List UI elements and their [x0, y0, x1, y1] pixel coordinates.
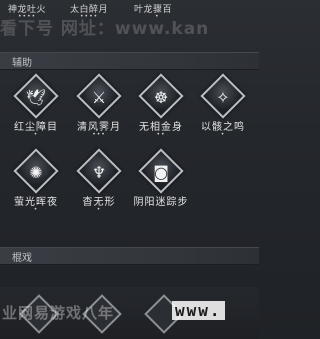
- swords-icon: ⚔: [91, 88, 107, 107]
- skill-name: 阴阳迷踪步: [133, 197, 189, 208]
- skill-level-dots: •••: [92, 131, 106, 138]
- skill-slot[interactable]: 🕊 红尘障目 •: [8, 73, 64, 142]
- section-title: 棍戏: [12, 253, 32, 264]
- mask-icon: ◙: [153, 163, 169, 182]
- section-header-moves: 棍戏: [0, 247, 259, 265]
- skill-slot[interactable]: ✺ 萤光晖夜 •: [8, 148, 64, 217]
- skill-level-dots: •: [33, 206, 39, 213]
- section-title: 辅助: [12, 58, 32, 69]
- watermark-top: 看下号 网址：www.kan: [0, 19, 210, 39]
- buddha-icon: ☸: [153, 88, 169, 107]
- skill-slot[interactable]: ♆ 杳无形 •: [71, 148, 127, 217]
- skill-level-dots: •: [96, 206, 102, 213]
- crane-icon: ✧: [216, 88, 230, 107]
- figure-icon: ♆: [91, 163, 107, 182]
- section-header-support: 辅助: [0, 52, 259, 70]
- watermark-url: www.: [172, 301, 225, 320]
- watermark-bottom: 业网易游戏八年: [2, 304, 115, 322]
- skill-slot[interactable]: ☸ 无相金身 ••: [133, 73, 189, 142]
- swirl-icon: ✺: [29, 163, 43, 182]
- skill-slot[interactable]: ⚔ 清风霁月 •••: [71, 73, 127, 142]
- skill-level-dots: •: [220, 131, 226, 138]
- skill-level-dots: ••: [156, 131, 166, 138]
- skill-slot[interactable]: ✧ 以骸之鸣 •: [195, 73, 251, 142]
- bird-icon: 🕊: [25, 88, 47, 107]
- skill-slot[interactable]: ◙ 阴阳迷踪步: [133, 148, 189, 217]
- skill-level-dots: •: [33, 131, 39, 138]
